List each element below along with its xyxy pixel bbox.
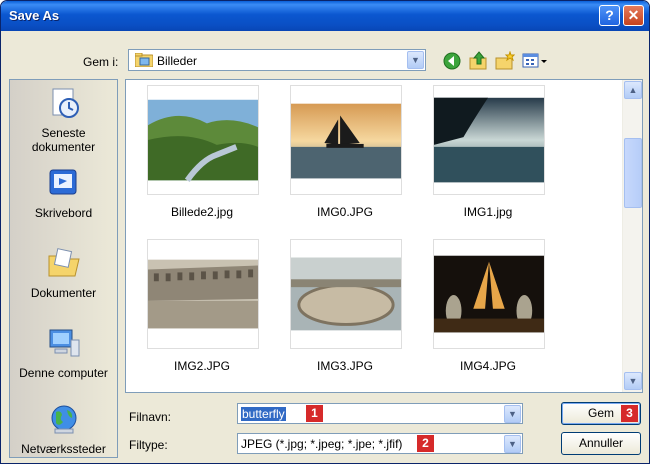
filetype-label: Filtype: bbox=[129, 438, 168, 452]
file-name[interactable]: Billede2.jpg bbox=[132, 205, 272, 219]
place-label: Skrivebord bbox=[34, 206, 93, 220]
chevron-down-icon[interactable]: ▼ bbox=[504, 405, 521, 423]
file-name[interactable]: IMG3.JPG bbox=[275, 359, 415, 373]
place-desktop[interactable]: Skrivebord bbox=[10, 166, 117, 220]
chevron-down-icon[interactable]: ▼ bbox=[407, 51, 424, 69]
pictures-folder-icon bbox=[135, 53, 153, 67]
close-button[interactable]: ✕ bbox=[623, 5, 644, 26]
file-thumbnail[interactable] bbox=[290, 85, 402, 195]
view-menu-icon[interactable] bbox=[522, 51, 548, 71]
file-thumbnail[interactable] bbox=[433, 239, 545, 349]
recent-documents-icon bbox=[52, 88, 79, 118]
look-in-value: Billeder bbox=[157, 54, 198, 68]
eiffel-tower-night-image bbox=[434, 255, 544, 333]
colosseum-image bbox=[148, 259, 258, 329]
filename-label: Filnavn: bbox=[129, 410, 172, 424]
filetype-value: JPEG (*.jpg; *.jpeg; *.jpe; *.jfif) bbox=[241, 437, 403, 451]
file-name[interactable]: IMG1.jpg bbox=[418, 205, 558, 219]
look-in-combobox[interactable]: Billeder ▼ bbox=[128, 49, 426, 71]
help-button[interactable]: ? bbox=[599, 5, 620, 26]
coastal-cliffs-image bbox=[434, 97, 544, 183]
back-icon[interactable] bbox=[442, 51, 462, 71]
place-my-computer[interactable]: Denne computer bbox=[10, 326, 117, 380]
st-peters-square-image bbox=[291, 257, 401, 331]
place-recent-documents[interactable]: Seneste dokumenter bbox=[10, 86, 117, 154]
chevron-down-icon[interactable]: ▼ bbox=[504, 435, 521, 453]
scrollbar-thumb[interactable] bbox=[624, 138, 642, 208]
place-label: Seneste dokumenter bbox=[31, 126, 96, 154]
callout-badge: 2 bbox=[417, 435, 434, 452]
filename-value: butterfly bbox=[241, 407, 286, 421]
scroll-down-button[interactable]: ▼ bbox=[624, 372, 642, 390]
save-as-dialog: Save As ? ✕ Gem i: Billeder ▼ Seneste do… bbox=[0, 0, 650, 464]
desktop-icon bbox=[49, 169, 76, 195]
filename-input[interactable]: butterfly ▼ bbox=[237, 403, 523, 424]
place-label: Dokumenter bbox=[30, 286, 97, 300]
sailboat-sunset-image bbox=[291, 103, 401, 179]
file-name[interactable]: IMG0.JPG bbox=[275, 205, 415, 219]
network-places-icon bbox=[51, 405, 76, 434]
cancel-button[interactable]: Annuller bbox=[561, 432, 641, 455]
place-network[interactable]: Netværkssteder bbox=[10, 402, 117, 456]
look-in-label: Gem i: bbox=[83, 55, 119, 69]
file-thumbnail[interactable] bbox=[433, 85, 545, 195]
up-folder-icon[interactable] bbox=[469, 51, 489, 71]
file-thumbnail[interactable] bbox=[147, 239, 259, 349]
places-bar: Seneste dokumenter Skrivebord Dokumenter bbox=[9, 79, 118, 458]
scroll-up-button[interactable]: ▲ bbox=[624, 81, 642, 99]
new-folder-icon[interactable] bbox=[495, 51, 515, 71]
title-bar[interactable]: Save As ? ✕ bbox=[1, 1, 649, 31]
callout-badge: 3 bbox=[621, 405, 638, 422]
file-name[interactable]: IMG4.JPG bbox=[418, 359, 558, 373]
place-label: Netværkssteder bbox=[21, 442, 106, 456]
window-title: Save As bbox=[9, 8, 60, 23]
file-thumbnail[interactable] bbox=[290, 239, 402, 349]
vertical-scrollbar[interactable]: ▲ ▼ bbox=[622, 80, 642, 392]
file-thumbnail[interactable] bbox=[147, 85, 259, 195]
callout-badge: 1 bbox=[306, 405, 323, 422]
place-label: Denne computer bbox=[19, 366, 108, 380]
place-my-documents[interactable]: Dokumenter bbox=[10, 246, 117, 300]
filetype-select[interactable]: JPEG (*.jpg; *.jpeg; *.jpe; *.jfif) ▼ bbox=[237, 433, 523, 454]
file-list[interactable]: Billede2.jpg IMG0.JPG IMG1.jpg IMG2.JPG … bbox=[125, 79, 643, 393]
my-documents-icon bbox=[48, 248, 80, 277]
my-computer-icon bbox=[49, 329, 79, 357]
river-valley-image bbox=[148, 99, 258, 183]
file-name[interactable]: IMG2.JPG bbox=[132, 359, 272, 373]
